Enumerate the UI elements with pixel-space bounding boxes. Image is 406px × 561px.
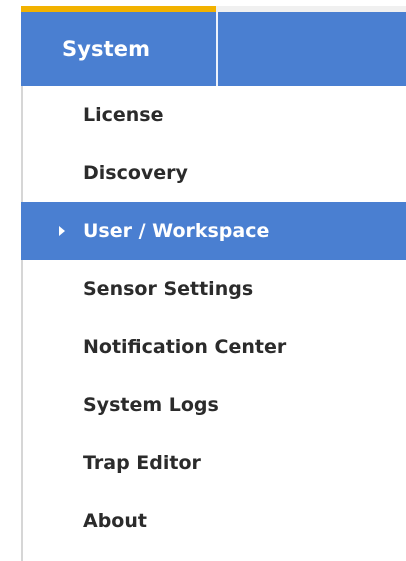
chevron-right-icon — [59, 226, 65, 236]
menu-item-label: User / Workspace — [83, 220, 270, 242]
menu-item-sensor-settings[interactable]: Sensor Settings — [21, 260, 406, 318]
header-divider — [216, 12, 218, 86]
system-menu: License Discovery User / Workspace Senso… — [21, 86, 406, 550]
menu-item-discovery[interactable]: Discovery — [21, 144, 406, 202]
menu-item-label: Notification Center — [83, 336, 287, 358]
menu-item-notification-center[interactable]: Notification Center — [21, 318, 406, 376]
header-title[interactable]: System — [21, 12, 216, 86]
menu-item-label: System Logs — [83, 394, 219, 416]
menu-item-about[interactable]: About — [21, 492, 406, 550]
menu-item-label: Sensor Settings — [83, 278, 254, 300]
header-title-text: System — [62, 37, 151, 61]
system-header: System — [21, 12, 406, 86]
menu-item-system-logs[interactable]: System Logs — [21, 376, 406, 434]
menu-item-label: About — [83, 510, 147, 532]
menu-item-label: Trap Editor — [83, 452, 201, 474]
menu-item-label: Discovery — [83, 162, 188, 184]
menu-item-license[interactable]: License — [21, 86, 406, 144]
menu-item-trap-editor[interactable]: Trap Editor — [21, 434, 406, 492]
menu-item-user-workspace[interactable]: User / Workspace — [21, 202, 406, 260]
menu-item-label: License — [83, 104, 164, 126]
system-navigation: System License Discovery User / Workspac… — [0, 0, 406, 561]
